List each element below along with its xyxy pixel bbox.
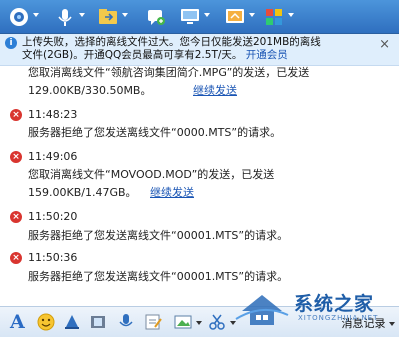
chevron-down-icon[interactable] <box>79 13 85 17</box>
open-vip-link[interactable]: 开通会员 <box>246 49 288 61</box>
notice-line-2: 文件(2GB)。开通QQ会员最高可享有2.5T/天。 <box>22 49 243 61</box>
apps-grid-icon <box>266 9 282 25</box>
message-text: 服务器拒绝了您发送离线文件“0000.MTS”的请求。 <box>28 126 282 139</box>
close-icon[interactable]: × <box>379 38 390 51</box>
timestamp: 11:50:20 <box>28 210 78 223</box>
bell-icon <box>65 315 79 329</box>
error-icon: × <box>10 252 22 264</box>
message-plus-icon <box>148 10 165 25</box>
note-icon <box>145 314 162 330</box>
rich-text-button[interactable] <box>144 313 162 331</box>
notice-line-1: 上传失败，选择的离线文件过大。您今日仅能发送201MB的离线 <box>22 36 321 48</box>
message-text: 服务器拒绝了您发送离线文件“00001.MTS”的请求。 <box>28 270 289 283</box>
voice-call-button[interactable] <box>54 6 76 28</box>
resume-send-link[interactable]: 继续发送 <box>150 186 194 200</box>
chevron-down-icon[interactable] <box>204 13 210 17</box>
chevron-down-icon[interactable] <box>33 13 39 17</box>
timestamp: 11:50:36 <box>28 251 78 264</box>
info-icon: i <box>5 37 17 49</box>
emoji-button[interactable] <box>37 313 55 331</box>
notice-text: 上传失败，选择的离线文件过大。您今日仅能发送201MB的离线 文件(2GB)。开… <box>22 36 370 62</box>
microphone-icon <box>119 314 133 327</box>
smiley-icon <box>37 313 55 331</box>
upload-failed-notice: i 上传失败，选择的离线文件过大。您今日仅能发送201MB的离线 文件(2GB)… <box>0 34 399 66</box>
svg-text:A: A <box>9 311 25 332</box>
voice-message-button[interactable] <box>117 313 135 331</box>
send-sms-button[interactable] <box>145 6 167 28</box>
folder-arrow-icon <box>99 9 117 24</box>
chevron-down-icon[interactable] <box>249 13 255 17</box>
monitor-icon <box>181 9 199 24</box>
error-icon: × <box>10 211 22 223</box>
send-image-button[interactable] <box>174 313 192 331</box>
share-screen-icon <box>226 9 244 23</box>
apps-button[interactable] <box>263 6 285 28</box>
font-icon: A <box>9 311 25 333</box>
timestamp: 11:48:23 <box>28 108 78 121</box>
site-watermark: 系统之家 XITONGZHIJIA.NET <box>232 283 392 329</box>
transfer-progress: 129.00KB/330.50MB。 <box>28 84 152 97</box>
transfer-progress: 159.00KB/1.47GB。 <box>28 186 137 199</box>
send-file-button[interactable] <box>97 6 119 28</box>
webcam-icon <box>10 8 28 26</box>
chevron-down-icon[interactable] <box>196 321 202 325</box>
message-text: 您取消离线文件“领航咨询集团简介.MPG”的发送，已发送 <box>28 66 310 79</box>
watermark-url: XITONGZHIJIA.NET <box>298 314 379 322</box>
error-icon: × <box>10 109 22 121</box>
message-log: 您取消离线文件“领航咨询集团简介.MPG”的发送，已发送 129.00KB/33… <box>0 66 399 306</box>
image-icon <box>174 315 192 329</box>
video-call-button[interactable] <box>8 6 30 28</box>
chevron-down-icon[interactable] <box>122 13 128 17</box>
font-button[interactable]: A <box>8 310 26 333</box>
chevron-down-icon[interactable] <box>288 13 294 17</box>
message-text: 您取消离线文件“MOVOOD.MOD”的发送，已发送 <box>28 168 275 181</box>
message-text: 服务器拒绝了您发送离线文件“00001.MTS”的请求。 <box>28 229 289 242</box>
film-icon <box>91 316 105 328</box>
error-icon: × <box>10 151 22 163</box>
microphone-icon <box>58 9 72 26</box>
timestamp: 11:49:06 <box>28 150 78 163</box>
resume-send-link[interactable]: 继续发送 <box>193 84 237 98</box>
scissors-icon <box>209 314 225 330</box>
watermark-title: 系统之家 <box>294 293 375 315</box>
remote-desktop-button[interactable] <box>179 6 201 28</box>
chat-toolbar <box>0 0 399 34</box>
screenshot-button[interactable] <box>208 313 226 331</box>
magic-button[interactable] <box>89 313 107 331</box>
share-screen-button[interactable] <box>224 6 246 28</box>
shake-button[interactable] <box>63 313 81 331</box>
